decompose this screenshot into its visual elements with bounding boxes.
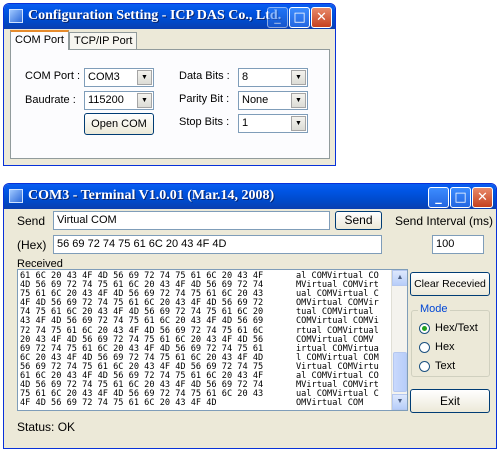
app-icon — [9, 9, 23, 23]
stop-bits-value: 1 — [242, 117, 249, 129]
baudrate-value: 115200 — [88, 94, 124, 106]
com-port-select[interactable]: COM3 ▼ — [84, 68, 154, 87]
vertical-scrollbar[interactable]: ▲ ▼ — [391, 270, 407, 410]
chevron-down-icon: ▼ — [291, 116, 306, 131]
maximize-icon[interactable]: □ — [289, 7, 310, 28]
data-bits-select[interactable]: 8 ▼ — [238, 68, 308, 87]
config-title: Configuration Setting - ICP DAS Co., Ltd… — [28, 8, 282, 23]
received-text-line: OMVirtual COM — [296, 398, 364, 409]
tab-com-port[interactable]: COM Port — [10, 30, 69, 50]
send-interval-label: Send Interval (ms) — [395, 214, 494, 228]
chevron-down-icon: ▼ — [137, 93, 152, 108]
mode-group: Mode Hex/Text Hex Text — [411, 303, 490, 377]
terminal-titlebar[interactable]: COM3 - Terminal V1.0.01 (Mar.14, 2008) _… — [4, 184, 496, 209]
data-bits-value: 8 — [242, 71, 249, 83]
send-button[interactable]: Send — [335, 211, 382, 230]
received-hex-line: 4F 4D 56 69 72 74 75 61 6C 20 43 4F 4D — [20, 398, 217, 409]
mode-hex-label: Hex — [435, 341, 455, 353]
stop-bits-select[interactable]: 1 ▼ — [238, 114, 308, 133]
mode-radio-text[interactable]: Text — [419, 359, 489, 375]
com-port-value: COM3 — [88, 71, 120, 83]
mode-text-label: Text — [435, 360, 456, 372]
parity-bit-value: None — [242, 94, 269, 106]
send-input[interactable]: Virtual COM — [53, 211, 330, 230]
send-interval-input[interactable]: 100 — [432, 235, 484, 254]
com-port-panel: COM Port : COM3 ▼ Baudrate : 115200 ▼ Op… — [10, 49, 330, 159]
mode-group-label: Mode — [418, 303, 450, 315]
clear-received-button[interactable]: Clear Recevied — [410, 272, 490, 296]
tab-tcpip-port[interactable]: TCP/IP Port — [69, 32, 138, 50]
hex-label: (Hex) — [17, 238, 47, 252]
received-text-column: al COMVirtual CO MVirtual COMVirt ual COMV… — [296, 271, 388, 409]
mode-radio-hex-text[interactable]: Hex/Text — [419, 321, 489, 337]
config-titlebar[interactable]: Configuration Setting - ICP DAS Co., Ltd… — [4, 4, 335, 29]
stop-bits-label: Stop Bits : — [179, 116, 230, 128]
baudrate-select[interactable]: 115200 ▼ — [84, 91, 154, 110]
parity-bit-select[interactable]: None ▼ — [238, 91, 308, 110]
tab-tcpip-port-label: TCP/IP Port — [74, 35, 133, 47]
scroll-down-icon[interactable]: ▼ — [392, 394, 407, 410]
data-bits-label: Data Bits : — [179, 70, 230, 82]
tab-com-port-label: COM Port — [15, 34, 64, 46]
chevron-down-icon: ▼ — [291, 93, 306, 108]
open-com-button-label: Open COM — [91, 118, 147, 130]
status-text: Status: OK — [17, 420, 76, 434]
mode-radio-hex[interactable]: Hex — [419, 340, 489, 356]
app-icon — [9, 189, 23, 203]
received-area[interactable]: 61 6C 20 43 4F 4D 56 69 72 74 75 61 6C 2… — [17, 269, 408, 411]
parity-bit-label: Parity Bit : — [179, 93, 230, 105]
exit-button-label: Exit — [439, 394, 460, 408]
exit-button[interactable]: Exit — [410, 389, 490, 413]
send-label: Send — [17, 214, 46, 228]
clear-received-button-label: Clear Recevied — [414, 278, 486, 290]
hex-input[interactable]: 56 69 72 74 75 61 6C 20 43 4F 4D — [53, 235, 382, 254]
radio-selected-icon — [419, 323, 430, 334]
chevron-down-icon: ▼ — [137, 70, 152, 85]
scroll-up-icon[interactable]: ▲ — [392, 270, 407, 286]
radio-icon — [419, 342, 430, 353]
scroll-thumb[interactable] — [393, 352, 407, 392]
maximize-icon[interactable]: □ — [450, 187, 471, 208]
received-hex-column: 61 6C 20 43 4F 4D 56 69 72 74 75 61 6C 2… — [20, 271, 290, 409]
radio-icon — [419, 361, 430, 372]
mode-hex-text-label: Hex/Text — [435, 322, 478, 334]
chevron-down-icon: ▼ — [291, 70, 306, 85]
config-window: Configuration Setting - ICP DAS Co., Ltd… — [3, 3, 336, 166]
send-button-label: Send — [344, 213, 373, 227]
terminal-title: COM3 - Terminal V1.0.01 (Mar.14, 2008) — [28, 188, 275, 203]
minimize-icon: _ — [267, 7, 288, 28]
baudrate-label: Baudrate : — [25, 94, 76, 106]
terminal-window: COM3 - Terminal V1.0.01 (Mar.14, 2008) _… — [3, 183, 497, 449]
close-icon[interactable]: ✕ — [311, 7, 332, 28]
open-com-button[interactable]: Open COM — [84, 113, 154, 135]
close-icon[interactable]: ✕ — [472, 187, 493, 208]
com-port-label: COM Port : — [25, 70, 81, 82]
minimize-icon[interactable]: _ — [428, 187, 449, 208]
